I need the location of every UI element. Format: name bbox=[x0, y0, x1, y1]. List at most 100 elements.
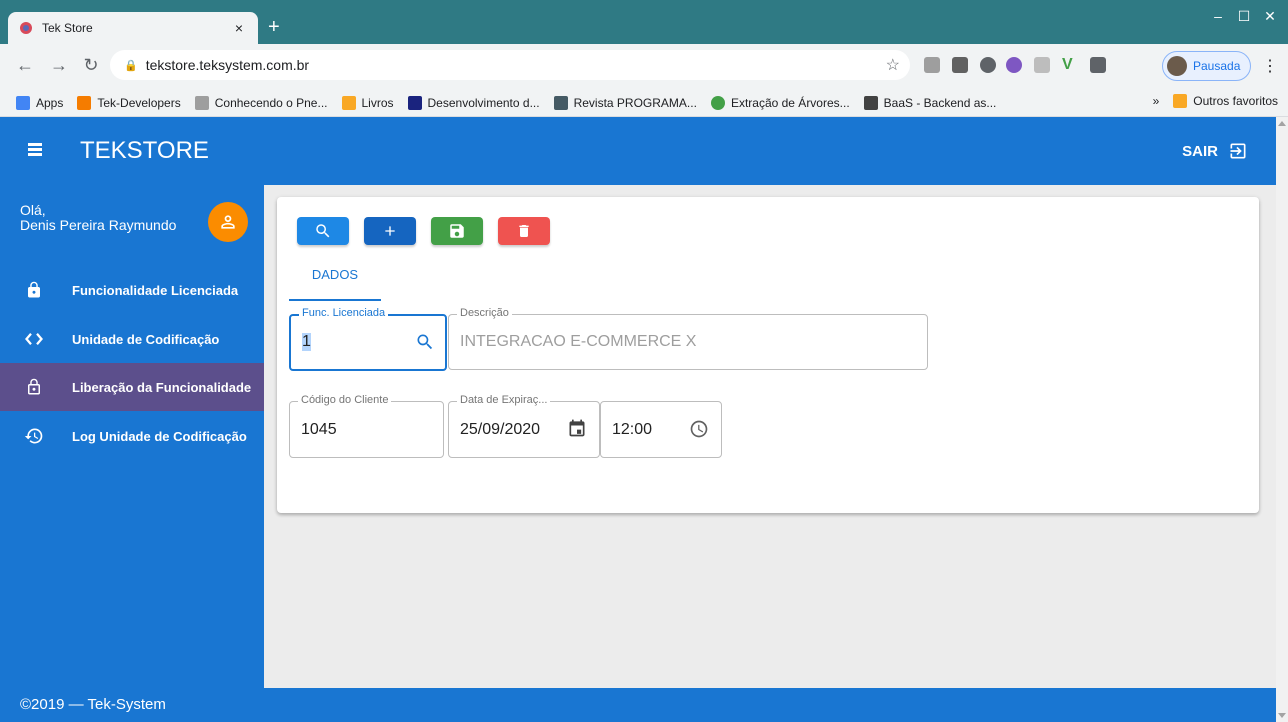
extension-icon[interactable] bbox=[980, 57, 996, 73]
scroll-up-icon[interactable] bbox=[1278, 121, 1286, 126]
apps-icon bbox=[16, 95, 30, 110]
page-scrollbar[interactable] bbox=[1276, 117, 1288, 722]
main-card: DADOS Func. Licenciada 1 Descrição INTEG… bbox=[277, 197, 1259, 513]
search-button[interactable] bbox=[297, 217, 349, 245]
bookmark-item[interactable]: Apps bbox=[16, 95, 63, 110]
sidebar-item-label: Liberação da Funcionalidade bbox=[72, 379, 252, 395]
bookmarks-bar: Apps Tek-Developers Conhecendo o Pne... … bbox=[0, 89, 1288, 117]
bookmark-favicon-icon bbox=[77, 95, 92, 110]
bookmarks-more-icon[interactable]: » bbox=[1153, 94, 1160, 108]
address-url: tekstore.teksystem.com.br bbox=[145, 57, 310, 73]
tab-dados[interactable]: DADOS bbox=[289, 262, 381, 302]
minimize-icon[interactable]: – bbox=[1208, 8, 1228, 24]
bookmark-item[interactable]: Desenvolvimento d... bbox=[407, 95, 540, 110]
bookmark-favicon-icon bbox=[194, 95, 209, 110]
app-title: TEKSTORE bbox=[80, 137, 209, 164]
bookmark-favicon-icon bbox=[863, 95, 878, 110]
sidebar-item-funcionalidade-licenciada[interactable]: Funcionalidade Licenciada bbox=[0, 266, 264, 314]
save-button[interactable] bbox=[431, 217, 483, 245]
save-icon bbox=[450, 224, 464, 238]
bookmark-item[interactable]: BaaS - Backend as... bbox=[863, 95, 996, 110]
extension-icon[interactable] bbox=[1090, 57, 1106, 73]
sidebar-item-label: Unidade de Codificação bbox=[72, 331, 220, 347]
sidebar-item-log-unidade[interactable]: Log Unidade de Codificação bbox=[0, 412, 264, 460]
code-icon bbox=[24, 332, 44, 346]
lock-icon bbox=[24, 280, 44, 300]
back-icon[interactable]: ← bbox=[14, 54, 36, 76]
browser-tab[interactable]: Tek Store × bbox=[8, 12, 258, 44]
user-greeting: Olá, Denis Pereira Raymundo bbox=[20, 203, 176, 233]
logout-label: SAIR bbox=[1182, 142, 1218, 160]
sidebar-item-label: Log Unidade de Codificação bbox=[72, 428, 247, 444]
bookmark-item[interactable]: Conhecendo o Pne... bbox=[194, 95, 328, 110]
avatar[interactable] bbox=[208, 202, 248, 242]
user-icon bbox=[221, 215, 235, 229]
bookmark-item[interactable]: Revista PROGRAMA... bbox=[553, 95, 697, 110]
folder-icon bbox=[341, 95, 356, 110]
search-icon[interactable] bbox=[415, 332, 435, 352]
sidebar: Olá, Denis Pereira Raymundo Funcionalida… bbox=[0, 185, 264, 722]
codigo-cliente-value: 1045 bbox=[301, 421, 337, 438]
plus-icon bbox=[385, 226, 395, 236]
bookmark-item[interactable]: Tek-Developers bbox=[77, 95, 181, 110]
func-licenciada-field[interactable]: Func. Licenciada 1 bbox=[289, 307, 447, 371]
add-button[interactable] bbox=[364, 217, 416, 245]
forward-icon[interactable]: → bbox=[48, 54, 70, 76]
maximize-icon[interactable]: ☐ bbox=[1234, 8, 1254, 25]
sidebar-item-unidade-codificacao[interactable]: Unidade de Codificação bbox=[0, 315, 264, 363]
bookmark-favicon-icon bbox=[553, 95, 568, 110]
bookmark-item[interactable]: Livros bbox=[341, 95, 394, 110]
address-bar[interactable]: 🔒 tekstore.teksystem.com.br ☆ bbox=[110, 50, 910, 80]
extension-icon[interactable] bbox=[1006, 57, 1022, 73]
extension-icon[interactable] bbox=[1034, 57, 1050, 73]
descricao-label: Descrição bbox=[457, 307, 512, 319]
bookmark-favicon-icon bbox=[710, 95, 725, 110]
close-window-icon[interactable]: ✕ bbox=[1260, 8, 1280, 25]
sidebar-item-liberacao-funcionalidade[interactable]: Liberação da Funcionalidade bbox=[0, 363, 264, 411]
clock-icon[interactable] bbox=[689, 419, 709, 439]
data-expiracao-value: 25/09/2020 bbox=[460, 421, 541, 438]
calendar-icon[interactable] bbox=[567, 418, 587, 438]
func-licenciada-label: Func. Licenciada bbox=[299, 307, 389, 319]
bookmark-star-icon[interactable]: ☆ bbox=[886, 55, 900, 75]
extension-icon[interactable] bbox=[924, 57, 940, 73]
data-expiracao-label: Data de Expiraç... bbox=[457, 394, 551, 406]
menu-icon[interactable] bbox=[28, 143, 42, 157]
sidebar-item-label: Funcionalidade Licenciada bbox=[72, 282, 239, 298]
logout-button[interactable]: SAIR bbox=[1182, 141, 1248, 161]
other-bookmarks[interactable]: Outros favoritos bbox=[1173, 94, 1278, 108]
history-icon bbox=[24, 426, 44, 446]
qr-extension-icon[interactable] bbox=[952, 57, 968, 73]
profile-button[interactable]: Pausada bbox=[1162, 51, 1252, 81]
browser-menu-icon[interactable]: ⋮ bbox=[1262, 56, 1278, 76]
descricao-value: INTEGRACAO E-COMMERCE X bbox=[460, 333, 697, 350]
new-tab-button[interactable]: + bbox=[268, 17, 280, 37]
greeting-hello: Olá, bbox=[20, 202, 46, 218]
hora-value: 12:00 bbox=[612, 421, 653, 438]
tab-close-icon[interactable]: × bbox=[230, 20, 248, 36]
tekstore-favicon-icon bbox=[20, 22, 32, 34]
browser-titlebar: Tek Store × + – ☐ ✕ bbox=[0, 0, 1288, 44]
hora-field[interactable]: 12:00 bbox=[600, 401, 722, 458]
tab-active-indicator bbox=[289, 299, 381, 301]
folder-icon bbox=[1173, 94, 1188, 108]
app-bar: TEKSTORE SAIR bbox=[0, 117, 1276, 185]
vue-devtools-icon[interactable]: V bbox=[1062, 57, 1078, 73]
codigo-cliente-label: Código do Cliente bbox=[298, 394, 392, 406]
trash-icon bbox=[519, 225, 529, 237]
scroll-down-icon[interactable] bbox=[1278, 713, 1286, 718]
delete-button[interactable] bbox=[498, 217, 550, 245]
browser-toolbar: ← → ↻ 🔒 tekstore.teksystem.com.br ☆ V Pa… bbox=[0, 44, 1288, 89]
codigo-cliente-field[interactable]: Código do Cliente 1045 bbox=[289, 394, 444, 458]
lock-icon: 🔒 bbox=[124, 59, 138, 72]
data-expiracao-field[interactable]: Data de Expiraç... 25/09/2020 bbox=[448, 394, 600, 458]
lock-open-icon bbox=[24, 377, 44, 397]
reload-icon[interactable]: ↻ bbox=[80, 54, 102, 76]
profile-avatar bbox=[1167, 56, 1187, 76]
logout-icon bbox=[1230, 143, 1246, 159]
bookmark-item[interactable]: Extração de Árvores... bbox=[710, 95, 850, 110]
search-icon bbox=[316, 224, 330, 238]
tab-title: Tek Store bbox=[42, 21, 93, 35]
user-name: Denis Pereira Raymundo bbox=[20, 217, 177, 233]
descricao-field[interactable]: Descrição INTEGRACAO E-COMMERCE X bbox=[448, 307, 928, 370]
